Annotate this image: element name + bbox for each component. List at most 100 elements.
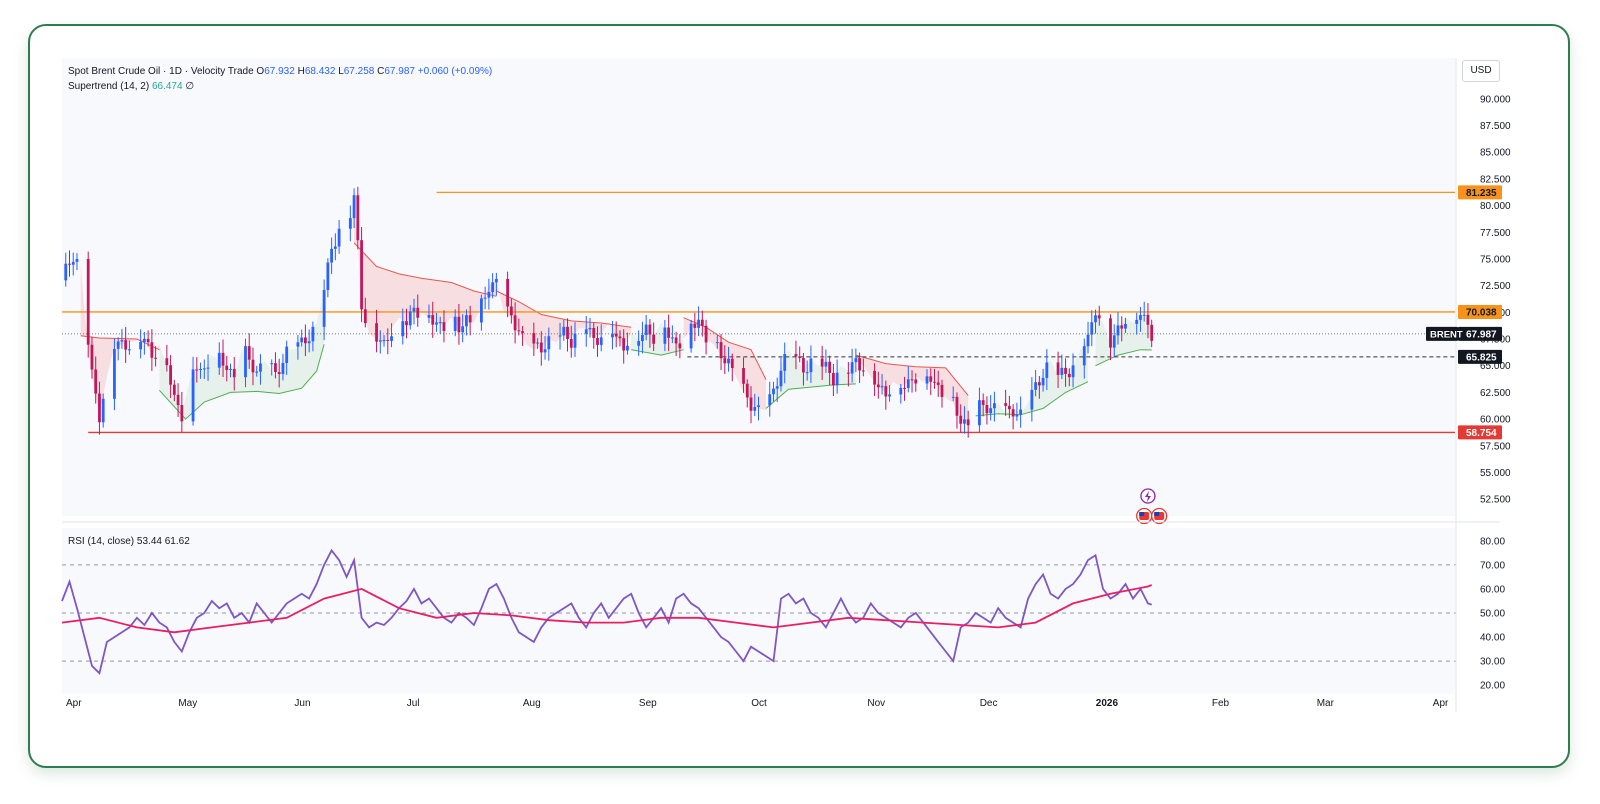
candle-body xyxy=(142,338,146,342)
candle-body xyxy=(652,334,656,344)
x-tick-Dec: Dec xyxy=(980,698,998,709)
candle-body xyxy=(116,341,120,349)
candle-body xyxy=(1142,314,1146,316)
rsi-ma-value: 61.62 xyxy=(164,536,190,547)
candle-body xyxy=(247,346,251,360)
candle-body xyxy=(959,415,963,424)
rsi-panel xyxy=(61,528,1456,694)
candle-body xyxy=(311,326,315,342)
supertrend-label: Supertrend (14, 2) xyxy=(68,81,150,92)
candle-body xyxy=(798,356,802,359)
candle-body xyxy=(693,323,697,328)
candle-body xyxy=(835,372,839,386)
candle-body xyxy=(165,358,169,366)
candle-body xyxy=(1139,315,1142,320)
candle-body xyxy=(1097,315,1101,319)
candle-body xyxy=(408,311,412,326)
candle-body xyxy=(906,379,910,389)
candle-body xyxy=(1034,382,1038,390)
candle-body xyxy=(405,321,408,326)
price-label-70.038: 70.038 xyxy=(1466,307,1497,318)
candle-body xyxy=(539,342,543,353)
candle-body xyxy=(274,363,277,373)
candle-body xyxy=(509,306,513,316)
ohlc-low: 67.258 xyxy=(343,66,375,77)
flag-canton xyxy=(1139,512,1145,516)
candle-body xyxy=(985,404,989,414)
candle-body xyxy=(330,248,334,263)
candle-body xyxy=(1112,335,1116,348)
candle-body xyxy=(715,342,719,344)
candle-body xyxy=(128,349,131,351)
x-tick-Nov: Nov xyxy=(867,698,885,709)
candle-body xyxy=(566,326,569,339)
price-tick-label: 77.500 xyxy=(1480,228,1511,239)
candle-body xyxy=(888,394,891,397)
candle-body xyxy=(592,327,596,338)
supertrend-row: Supertrend (14, 2) 66.474 ∅ xyxy=(68,79,492,94)
candle-body xyxy=(599,337,603,345)
currency-button[interactable]: USD xyxy=(1462,60,1500,82)
candle-body xyxy=(809,358,813,373)
price-tick-label: 72.500 xyxy=(1480,281,1511,292)
candle-body xyxy=(678,343,682,349)
rsi-value: 53.44 xyxy=(136,536,162,547)
rsi-label: RSI (14, close) xyxy=(68,536,135,547)
candle-body xyxy=(670,337,674,339)
candle-body xyxy=(169,365,172,385)
candle-body xyxy=(858,358,862,371)
ohlc-open: 67.932 xyxy=(264,66,295,77)
x-tick-May: May xyxy=(178,698,197,709)
candle-body xyxy=(124,340,128,350)
chart-svg: 90.000 87.500 85.000 82.500 80.000 77.500 75.0… xyxy=(61,58,1511,712)
candle-body xyxy=(521,331,524,334)
candle-body xyxy=(300,337,304,343)
rsi-tick-label: 70.00 xyxy=(1480,560,1505,571)
candle-body xyxy=(1056,362,1060,375)
candle-body xyxy=(453,316,457,331)
candle-body xyxy=(202,368,206,370)
candle-body xyxy=(94,369,98,394)
candle-body xyxy=(64,263,68,281)
candle-body xyxy=(611,333,614,338)
flag-canton xyxy=(1154,512,1160,516)
candle-body xyxy=(1146,314,1150,325)
candle-body xyxy=(229,368,232,371)
candle-body xyxy=(506,278,510,307)
candle-body xyxy=(663,327,667,344)
candle-body xyxy=(940,384,944,397)
candle-body xyxy=(457,316,461,333)
candle-body xyxy=(667,327,671,338)
price-tick-label: 52.500 xyxy=(1480,495,1511,506)
candle-body xyxy=(326,262,330,290)
candle-body xyxy=(689,323,693,349)
candle-body xyxy=(416,307,420,318)
candle-body xyxy=(513,315,517,331)
candle-body xyxy=(1135,319,1139,324)
candle-body xyxy=(772,388,775,395)
candle-body xyxy=(933,381,936,383)
candle-body xyxy=(251,359,255,373)
candle-body xyxy=(442,322,446,331)
candle-body xyxy=(356,195,360,241)
candle-body xyxy=(1116,325,1120,336)
candle-body xyxy=(360,240,363,310)
candle-body xyxy=(304,337,307,344)
rsi-tick-label: 30.00 xyxy=(1480,657,1505,668)
candle-body xyxy=(820,358,824,367)
candle-body xyxy=(146,338,150,343)
candle-body xyxy=(727,358,730,364)
candle-body xyxy=(558,335,562,337)
price-label-81.235: 81.235 xyxy=(1466,188,1497,199)
x-tick-Feb: Feb xyxy=(1212,698,1230,709)
candle-body xyxy=(783,354,787,371)
candle-body xyxy=(880,386,884,388)
candle-body xyxy=(1045,362,1049,378)
candle-body xyxy=(831,372,835,386)
candle-body xyxy=(1094,315,1097,323)
candle-body xyxy=(775,386,779,389)
x-tick-Jul: Jul xyxy=(407,698,420,709)
candle-body xyxy=(1150,324,1154,341)
candle-body xyxy=(120,340,124,342)
candle-body xyxy=(90,344,94,370)
